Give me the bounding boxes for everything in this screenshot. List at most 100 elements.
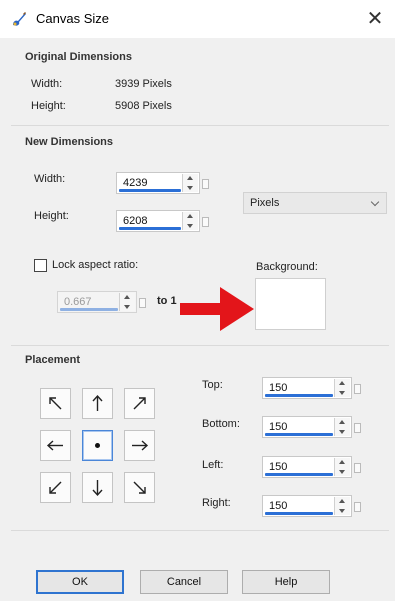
arrow-down-icon	[92, 480, 103, 497]
spin-down-icon[interactable]	[339, 509, 345, 513]
dialog-title: Canvas Size	[36, 11, 109, 26]
aspect-ratio-value: 0.667	[64, 296, 92, 308]
original-dimensions-title: Original Dimensions	[25, 51, 132, 63]
bottom-dropdown-button[interactable]	[354, 423, 361, 433]
right-dropdown-button[interactable]	[354, 502, 361, 512]
chevron-down-icon	[370, 197, 380, 207]
placement-bottom-right-button[interactable]	[124, 472, 155, 503]
center-dot-icon	[95, 443, 100, 448]
new-dimensions-title: New Dimensions	[25, 136, 114, 148]
focus-underline	[265, 433, 333, 436]
left-dropdown-button[interactable]	[354, 463, 361, 473]
original-width-value: 3939 Pixels	[115, 78, 172, 90]
lock-aspect-ratio-label[interactable]: Lock aspect ratio:	[52, 259, 138, 271]
placement-top-right-button[interactable]	[124, 388, 155, 419]
left-field[interactable]: 150	[262, 456, 361, 478]
bottom-label: Bottom:	[202, 418, 240, 430]
top-dropdown-button[interactable]	[354, 384, 361, 394]
placement-right-button[interactable]	[124, 430, 155, 461]
bottom-spin-buttons[interactable]	[334, 418, 350, 436]
bottom-value: 150	[269, 421, 288, 433]
spin-up-icon[interactable]	[339, 420, 345, 424]
spin-up-icon[interactable]	[187, 214, 193, 218]
placement-bottom-left-button[interactable]	[40, 472, 71, 503]
spin-up-icon[interactable]	[124, 295, 130, 299]
width-dropdown-button[interactable]	[202, 179, 209, 189]
aspect-ratio-field: 0.667	[57, 291, 146, 313]
arrow-up-icon	[92, 394, 103, 411]
top-label: Top:	[202, 379, 223, 391]
ratio-suffix-label: to 1	[157, 295, 177, 307]
placement-bottom-button[interactable]	[82, 472, 113, 503]
units-dropdown[interactable]: Pixels	[243, 192, 387, 214]
focus-underline	[265, 512, 333, 515]
height-value: 6208	[123, 215, 148, 227]
right-value: 150	[269, 500, 288, 512]
close-button[interactable]: ✕	[363, 6, 387, 30]
width-spin-buttons[interactable]	[182, 174, 198, 192]
right-label: Right:	[202, 497, 231, 509]
placement-grid	[40, 388, 158, 506]
placement-top-left-button[interactable]	[40, 388, 71, 419]
left-label: Left:	[202, 459, 224, 471]
ok-button[interactable]: OK	[36, 570, 124, 594]
placement-top-button[interactable]	[82, 388, 113, 419]
canvas-size-dialog: Canvas Size ✕ Original Dimensions Width:…	[0, 0, 395, 601]
focus-underline	[119, 227, 181, 230]
close-icon: ✕	[366, 6, 384, 30]
spin-up-icon[interactable]	[339, 460, 345, 464]
cancel-button[interactable]: Cancel	[140, 570, 228, 594]
width-value: 4239	[123, 177, 148, 189]
arrow-left-icon	[46, 440, 63, 451]
placement-title: Placement	[25, 354, 81, 366]
spin-down-icon[interactable]	[187, 186, 193, 190]
bottom-field[interactable]: 150	[262, 416, 361, 438]
background-color-swatch[interactable]	[255, 278, 326, 330]
original-dimensions-group: Original Dimensions Width: 3939 Pixels H…	[11, 45, 389, 126]
background-label: Background:	[256, 261, 318, 273]
spin-down-icon[interactable]	[339, 470, 345, 474]
ratio-dropdown-button	[139, 298, 146, 308]
original-height-label: Height:	[31, 100, 66, 112]
arrow-up-right-icon	[133, 397, 146, 410]
spin-up-icon[interactable]	[339, 381, 345, 385]
right-spin-buttons[interactable]	[334, 497, 350, 515]
top-spin-buttons[interactable]	[334, 379, 350, 397]
width-field[interactable]: 4239	[116, 172, 209, 194]
left-spin-buttons[interactable]	[334, 458, 350, 476]
paint-brush-icon	[10, 10, 28, 28]
original-width-label: Width:	[31, 78, 63, 90]
new-height-label: Height:	[34, 210, 69, 222]
spin-down-icon[interactable]	[124, 305, 130, 309]
placement-left-button[interactable]	[40, 430, 71, 461]
spin-down-icon[interactable]	[187, 224, 193, 228]
spin-up-icon[interactable]	[339, 499, 345, 503]
help-button[interactable]: Help	[242, 570, 330, 594]
height-dropdown-button[interactable]	[202, 217, 209, 227]
top-field[interactable]: 150	[262, 377, 361, 399]
focus-underline	[265, 394, 333, 397]
arrow-right-icon	[132, 440, 149, 451]
title-bar: Canvas Size ✕	[0, 0, 395, 38]
arrow-up-left-icon	[49, 397, 62, 410]
height-spin-buttons[interactable]	[182, 212, 198, 230]
height-field[interactable]: 6208	[116, 210, 209, 232]
red-arrow-annotation	[180, 287, 254, 331]
units-value: Pixels	[250, 197, 280, 209]
focus-underline	[60, 308, 118, 311]
right-field[interactable]: 150	[262, 495, 361, 517]
top-value: 150	[269, 382, 288, 394]
focus-underline	[265, 473, 333, 476]
original-height-value: 5908 Pixels	[115, 100, 172, 112]
ratio-spin-buttons	[119, 293, 135, 311]
placement-center-button[interactable]	[82, 430, 113, 461]
left-value: 150	[269, 461, 288, 473]
spin-down-icon[interactable]	[339, 391, 345, 395]
focus-underline	[119, 189, 181, 192]
new-width-label: Width:	[34, 173, 66, 185]
spin-up-icon[interactable]	[187, 176, 193, 180]
spin-down-icon[interactable]	[339, 430, 345, 434]
arrow-down-right-icon	[133, 481, 146, 494]
arrow-down-left-icon	[49, 481, 62, 494]
lock-aspect-ratio-checkbox[interactable]	[34, 259, 47, 272]
